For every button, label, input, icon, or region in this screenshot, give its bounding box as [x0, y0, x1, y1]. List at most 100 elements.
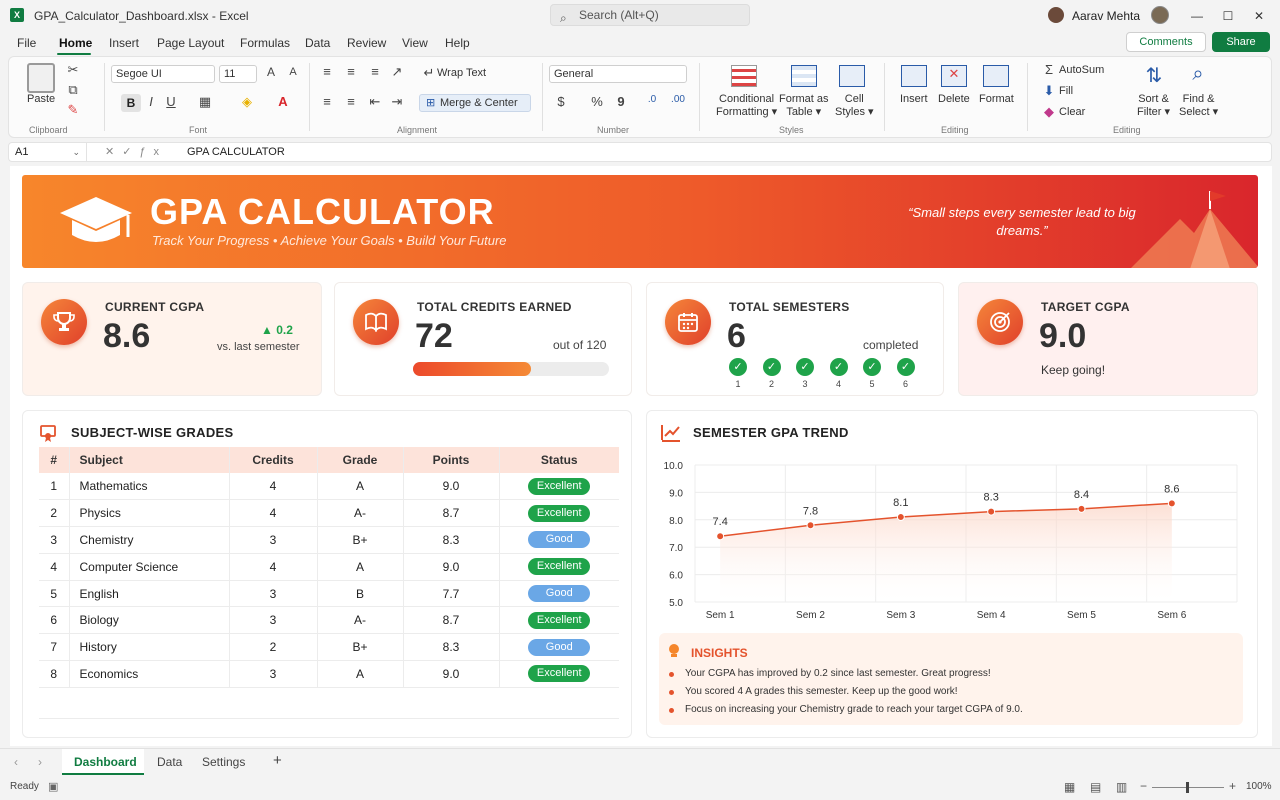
- wrap-text-icon[interactable]: ↵: [421, 65, 437, 81]
- tab-dashboard[interactable]: Dashboard: [62, 749, 144, 775]
- scroll-right-icon[interactable]: ›: [38, 755, 42, 769]
- borders-icon[interactable]: ▦: [197, 94, 213, 110]
- row-number[interactable]: 4: [39, 553, 69, 581]
- zoom-slider-thumb[interactable]: [1186, 782, 1189, 793]
- insert-cells-button[interactable]: Insert: [900, 93, 928, 105]
- points-cell[interactable]: 8.3: [402, 526, 499, 554]
- clear-icon[interactable]: ◆: [1041, 104, 1057, 120]
- points-cell[interactable]: 9.0: [402, 553, 499, 581]
- align-top-icon[interactable]: ≡: [319, 64, 335, 79]
- tab-view[interactable]: View: [402, 36, 428, 50]
- subject-cell[interactable]: Chemistry: [68, 526, 229, 554]
- align-bottom-icon[interactable]: ≡: [367, 64, 383, 79]
- insert-cells-icon[interactable]: [901, 65, 927, 87]
- status-cell[interactable]: Excellent: [498, 499, 619, 528]
- decrease-font-icon[interactable]: A: [285, 66, 301, 78]
- points-cell[interactable]: 9.0: [402, 473, 499, 501]
- tab-page-layout[interactable]: Page Layout: [157, 36, 224, 50]
- percent-icon[interactable]: %: [589, 94, 605, 109]
- subject-cell[interactable]: Economics: [68, 660, 229, 688]
- add-sheet-icon[interactable]: +: [273, 752, 282, 769]
- maximize-icon[interactable]: ☐: [1218, 6, 1238, 26]
- grade-cell[interactable]: A-: [316, 606, 403, 635]
- number-format-select[interactable]: General: [549, 65, 687, 83]
- format-cells-button[interactable]: Format: [979, 93, 1014, 105]
- credits-cell[interactable]: 2: [228, 633, 317, 662]
- tab-settings[interactable]: Settings: [202, 755, 245, 769]
- comma-style-icon[interactable]: 9: [613, 94, 629, 109]
- scroll-left-icon[interactable]: ‹: [14, 755, 18, 769]
- wrap-text-button[interactable]: Wrap Text: [437, 67, 486, 79]
- status-cell[interactable]: Excellent: [498, 606, 619, 635]
- points-cell[interactable]: 8.7: [402, 606, 499, 635]
- font-name-select[interactable]: Segoe UI: [111, 65, 215, 83]
- enter-icon[interactable]: ✓: [122, 146, 139, 158]
- currency-icon[interactable]: $: [553, 94, 569, 109]
- status-cell[interactable]: Excellent: [498, 660, 619, 688]
- column-header[interactable]: Subject: [68, 447, 229, 473]
- status-cell[interactable]: Good: [498, 633, 619, 662]
- grade-cell[interactable]: B+: [316, 526, 403, 554]
- bold-button[interactable]: B: [121, 94, 141, 112]
- zoom-out-icon[interactable]: −: [1140, 779, 1147, 793]
- format-as-table-button[interactable]: Format as Table ▾: [779, 93, 829, 119]
- share-button[interactable]: Share: [1212, 32, 1270, 52]
- paste-button[interactable]: Paste: [27, 93, 55, 105]
- points-cell[interactable]: 8.3: [402, 633, 499, 662]
- increase-font-icon[interactable]: A: [263, 65, 279, 79]
- zoom-in-icon[interactable]: +: [1229, 779, 1236, 793]
- search-input[interactable]: ⌕ Search (Alt+Q): [550, 4, 750, 26]
- credits-cell[interactable]: 3: [228, 660, 317, 688]
- decrease-decimal-icon[interactable]: .00: [669, 94, 687, 105]
- fill-button[interactable]: Fill: [1059, 85, 1073, 97]
- grade-cell[interactable]: B: [316, 580, 403, 608]
- row-number[interactable]: 1: [39, 473, 69, 501]
- autosum-icon[interactable]: Σ: [1041, 62, 1057, 77]
- subject-cell[interactable]: Computer Science: [68, 553, 229, 581]
- status-cell[interactable]: Excellent: [498, 473, 619, 501]
- name-box[interactable]: A1 ⌄: [9, 143, 87, 161]
- merge-center-button[interactable]: ⊞ Merge & Center: [419, 94, 531, 112]
- font-color-icon[interactable]: A: [275, 94, 291, 109]
- subject-cell[interactable]: English: [68, 580, 229, 608]
- row-number[interactable]: 5: [39, 580, 69, 608]
- cell-styles-icon[interactable]: [839, 65, 865, 87]
- orientation-icon[interactable]: ↗: [389, 64, 405, 80]
- tab-help[interactable]: Help: [445, 36, 470, 50]
- tab-file[interactable]: File: [17, 36, 36, 50]
- column-header[interactable]: Status: [498, 447, 619, 473]
- tab-data-sheet[interactable]: Data: [157, 755, 182, 769]
- autosum-button[interactable]: AutoSum: [1059, 64, 1104, 76]
- clear-button[interactable]: Clear: [1059, 106, 1085, 118]
- credits-cell[interactable]: 3: [228, 580, 317, 608]
- subject-cell[interactable]: History: [68, 633, 229, 662]
- fx-icon[interactable]: ƒx: [139, 146, 167, 158]
- points-cell[interactable]: 7.7: [402, 580, 499, 608]
- grade-cell[interactable]: A-: [316, 499, 403, 528]
- comments-button[interactable]: Comments: [1126, 32, 1206, 52]
- tab-review[interactable]: Review: [347, 36, 386, 50]
- format-cells-icon[interactable]: [983, 65, 1009, 87]
- conditional-formatting-button[interactable]: Conditional Formatting ▾: [716, 93, 777, 119]
- find-select-button[interactable]: Find & Select ▾: [1179, 93, 1218, 119]
- points-cell[interactable]: 8.7: [402, 499, 499, 528]
- subject-cell[interactable]: Mathematics: [68, 473, 229, 501]
- profile-picture[interactable]: [1151, 6, 1169, 24]
- align-middle-icon[interactable]: ≡: [343, 64, 359, 79]
- subject-cell[interactable]: Physics: [68, 499, 229, 528]
- increase-decimal-icon[interactable]: .0: [643, 94, 661, 105]
- credits-cell[interactable]: 4: [228, 499, 317, 528]
- decrease-indent-icon[interactable]: ⇤: [367, 94, 383, 110]
- close-icon[interactable]: ✕: [1249, 6, 1269, 26]
- increase-indent-icon[interactable]: ⇥: [389, 94, 405, 110]
- tab-formulas[interactable]: Formulas: [240, 36, 290, 50]
- format-as-table-icon[interactable]: [791, 65, 817, 87]
- credits-cell[interactable]: 3: [228, 606, 317, 635]
- tab-data[interactable]: Data: [305, 36, 330, 50]
- cell-styles-button[interactable]: Cell Styles ▾: [835, 93, 874, 119]
- status-cell[interactable]: Excellent: [498, 553, 619, 581]
- row-number[interactable]: 6: [39, 606, 69, 635]
- font-size-select[interactable]: 11: [219, 65, 257, 83]
- page-layout-view-icon[interactable]: ▤: [1090, 780, 1101, 794]
- underline-button[interactable]: U: [163, 94, 179, 109]
